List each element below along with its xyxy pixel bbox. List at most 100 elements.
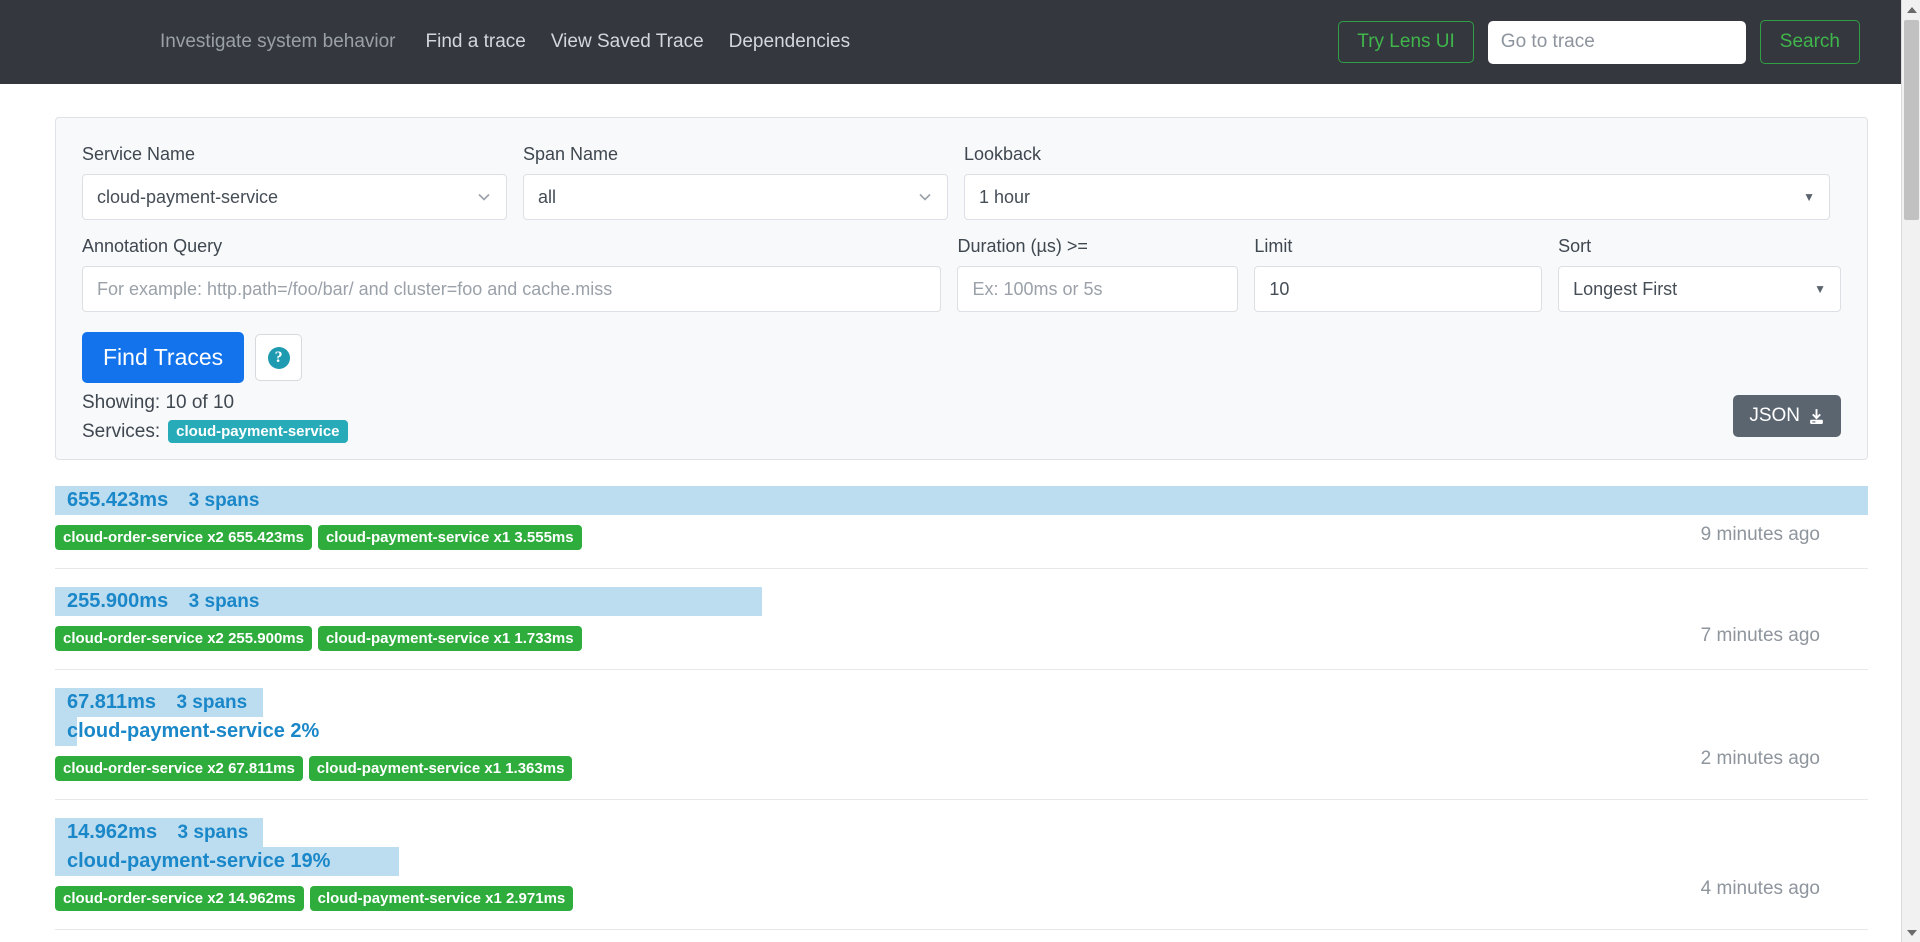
triangle-down-icon bbox=[1906, 929, 1917, 936]
trace-duration-bar: 255.900ms 3 spans bbox=[55, 587, 763, 616]
go-to-trace-input[interactable] bbox=[1487, 20, 1746, 64]
field-lookback: Lookback 1 hour ▼ bbox=[964, 144, 1830, 220]
service-name-value: cloud-payment-service bbox=[97, 186, 279, 207]
form-row-1: Service Name cloud-payment-service Span … bbox=[82, 144, 1841, 220]
trace-service-percent-label: cloud-payment-service 19% bbox=[67, 850, 331, 872]
nav-links: Find a trace View Saved Trace Dependenci… bbox=[426, 31, 851, 53]
trace-service-percent-label: cloud-payment-service 2% bbox=[67, 720, 320, 742]
nav-right-actions: Try Lens UI Search bbox=[1338, 20, 1894, 64]
search-button[interactable]: Search bbox=[1759, 20, 1860, 64]
chevron-down-icon bbox=[478, 193, 490, 201]
service-pill[interactable]: cloud-payment-service x1 1.363ms bbox=[308, 756, 573, 781]
limit-label: Limit bbox=[1254, 236, 1293, 256]
field-limit: Limit 10 bbox=[1254, 236, 1543, 312]
service-pill[interactable]: cloud-payment-service x1 2.971ms bbox=[309, 886, 574, 911]
trace-service-pills: cloud-order-service x2 255.900ms cloud-p… bbox=[55, 626, 1868, 651]
trace-bar-labels: 655.423ms 3 spans bbox=[55, 489, 259, 512]
trace-service-percent-bar: cloud-payment-service 2% bbox=[55, 717, 319, 746]
scrollbar-thumb[interactable] bbox=[1904, 20, 1919, 220]
service-name-label: Service Name bbox=[82, 144, 196, 164]
span-name-label: Span Name bbox=[523, 144, 619, 164]
field-sort: Sort Longest First ▼ bbox=[1558, 236, 1841, 312]
service-tag[interactable]: cloud-payment-service bbox=[168, 420, 348, 443]
limit-value: 10 bbox=[1269, 278, 1290, 299]
search-form-panel: Service Name cloud-payment-service Span … bbox=[55, 117, 1868, 460]
form-row-2: Annotation Query For example: http.path=… bbox=[82, 236, 1841, 312]
trace-duration-bar-wrap: 14.962ms 3 spans cloud-payment-service 1… bbox=[55, 818, 1868, 876]
service-pill[interactable]: cloud-order-service x2 67.811ms bbox=[55, 756, 303, 781]
services-label: Services: bbox=[82, 420, 161, 442]
service-pill[interactable]: cloud-order-service x2 14.962ms bbox=[55, 886, 304, 911]
trace-span-count: 3 spans bbox=[177, 822, 249, 843]
span-name-select[interactable]: all bbox=[523, 174, 948, 220]
try-lens-ui-button[interactable]: Try Lens UI bbox=[1338, 21, 1474, 63]
find-traces-button[interactable]: Find Traces bbox=[82, 332, 245, 383]
duration-input[interactable]: Ex: 100ms or 5s bbox=[957, 266, 1239, 312]
trace-service-pills: cloud-order-service x2 655.423ms cloud-p… bbox=[55, 525, 1868, 550]
scrollbar-up-button[interactable] bbox=[1902, 0, 1920, 19]
trace-span-count: 3 spans bbox=[176, 692, 248, 713]
trace-duration-bar: 14.962ms 3 spans bbox=[55, 818, 264, 847]
trace-bar-labels: 255.900ms 3 spans bbox=[55, 590, 259, 613]
lookback-select[interactable]: 1 hour ▼ bbox=[964, 174, 1830, 220]
service-pill[interactable]: cloud-payment-service x1 3.555ms bbox=[317, 525, 582, 550]
trace-duration: 14.962ms bbox=[67, 821, 158, 843]
trace-timestamp: 9 minutes ago bbox=[1700, 524, 1820, 545]
limit-input[interactable]: 10 bbox=[1254, 266, 1543, 312]
service-name-select[interactable]: cloud-payment-service bbox=[82, 174, 507, 220]
trace-results-list: 655.423ms 3 spans cloud-order-service x2… bbox=[55, 486, 1868, 930]
lookback-label: Lookback bbox=[964, 144, 1042, 164]
annotation-query-input[interactable]: For example: http.path=/foo/bar/ and clu… bbox=[82, 266, 942, 312]
trace-service-pills: cloud-order-service x2 67.811ms cloud-pa… bbox=[55, 756, 1868, 781]
trace-duration: 67.811ms bbox=[67, 691, 156, 713]
trace-bar-labels: 14.962ms 3 spans bbox=[55, 821, 248, 844]
lookback-value: 1 hour bbox=[979, 186, 1031, 207]
caret-down-icon: ▼ bbox=[1803, 190, 1815, 204]
sort-value: Longest First bbox=[1573, 278, 1678, 299]
json-download-button[interactable]: JSON bbox=[1733, 395, 1841, 437]
trace-span-count: 3 spans bbox=[188, 591, 260, 612]
scrollbar-down-button[interactable] bbox=[1902, 923, 1920, 942]
sort-label: Sort bbox=[1558, 236, 1592, 256]
download-icon bbox=[1810, 408, 1823, 424]
field-annotation-query: Annotation Query For example: http.path=… bbox=[82, 236, 942, 312]
brand-tagline: Investigate system behavior bbox=[160, 31, 396, 52]
trace-duration: 255.900ms bbox=[67, 590, 169, 612]
trace-result-row[interactable]: 655.423ms 3 spans cloud-order-service x2… bbox=[55, 486, 1868, 569]
field-duration: Duration (µs) >= Ex: 100ms or 5s bbox=[957, 236, 1239, 312]
help-button[interactable]: ? bbox=[255, 334, 303, 381]
nav-link-view-saved-trace[interactable]: View Saved Trace bbox=[551, 31, 704, 53]
annotation-query-placeholder: For example: http.path=/foo/bar/ and clu… bbox=[97, 278, 613, 299]
nav-link-find-a-trace[interactable]: Find a trace bbox=[426, 31, 526, 53]
json-button-label: JSON bbox=[1749, 405, 1800, 426]
trace-timestamp: 4 minutes ago bbox=[1700, 878, 1820, 899]
trace-duration-bar-wrap: 655.423ms 3 spans bbox=[55, 486, 1868, 515]
caret-down-icon: ▼ bbox=[1814, 282, 1826, 296]
trace-result-row[interactable]: 67.811ms 3 spans cloud-payment-service 2… bbox=[55, 688, 1868, 800]
service-pill[interactable]: cloud-order-service x2 255.900ms bbox=[55, 626, 312, 651]
trace-duration-bar: 67.811ms 3 spans bbox=[55, 688, 264, 717]
trace-result-row[interactable]: 14.962ms 3 spans cloud-payment-service 1… bbox=[55, 818, 1868, 930]
service-pill[interactable]: cloud-payment-service x1 1.733ms bbox=[317, 626, 582, 651]
chevron-down-icon bbox=[919, 193, 931, 201]
question-mark-icon: ? bbox=[267, 346, 290, 369]
annotation-query-label: Annotation Query bbox=[82, 236, 223, 256]
triangle-up-icon bbox=[1906, 6, 1917, 13]
form-actions: Find Traces ? bbox=[82, 332, 1841, 383]
service-pill[interactable]: cloud-order-service x2 655.423ms bbox=[55, 525, 312, 550]
trace-duration-bar: 655.423ms 3 spans bbox=[55, 486, 1868, 515]
trace-duration: 655.423ms bbox=[67, 489, 169, 511]
trace-bar-labels: 67.811ms 3 spans bbox=[55, 691, 247, 714]
trace-result-row[interactable]: 255.900ms 3 spans cloud-order-service x2… bbox=[55, 587, 1868, 670]
trace-service-percent-bar: cloud-payment-service 19% bbox=[55, 847, 400, 876]
page-scrollbar[interactable] bbox=[1901, 0, 1920, 942]
nav-link-dependencies[interactable]: Dependencies bbox=[729, 31, 850, 53]
span-name-value: all bbox=[538, 186, 557, 207]
trace-service-pills: cloud-order-service x2 14.962ms cloud-pa… bbox=[55, 886, 1868, 911]
sort-select[interactable]: Longest First ▼ bbox=[1558, 266, 1841, 312]
trace-timestamp: 7 minutes ago bbox=[1700, 625, 1820, 646]
duration-label: Duration (µs) >= bbox=[957, 236, 1088, 256]
duration-placeholder: Ex: 100ms or 5s bbox=[972, 278, 1103, 299]
app-root: Investigate system behavior Find a trace… bbox=[0, 0, 1920, 942]
trace-span-count: 3 spans bbox=[188, 490, 260, 511]
